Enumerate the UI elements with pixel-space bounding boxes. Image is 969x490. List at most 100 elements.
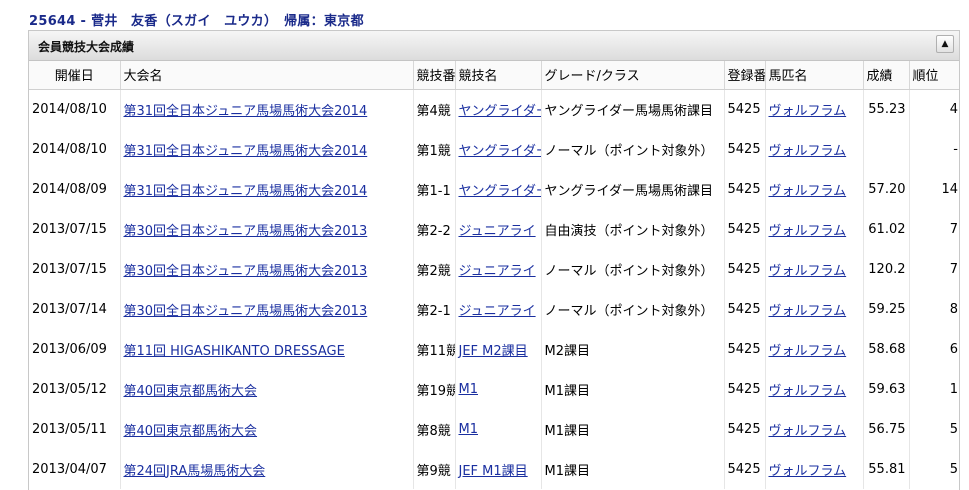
- cell-comp-no: 第1-1: [413, 169, 456, 209]
- col-header-reg-no[interactable]: 登録番: [724, 61, 766, 90]
- cell-date: 2013/07/14: [29, 289, 121, 329]
- cell-score: 55.81: [863, 449, 910, 489]
- member-info-header: 25644 - 菅井 友香（スガイ ユウカ） 帰属：東京都: [29, 14, 364, 29]
- table-row: 2014/08/10 第31回全日本ジュニア馬場馬術大会2014 第4競 ヤングライダ…: [29, 89, 959, 129]
- cell-date: 2014/08/09: [29, 169, 121, 209]
- col-header-event[interactable]: 大会名: [120, 61, 414, 90]
- comp-name-cell: ジュニアライ: [455, 249, 542, 289]
- event-link[interactable]: 第30回全日本ジュニア馬場馬術大会2013: [124, 224, 368, 239]
- event-link[interactable]: 第31回全日本ジュニア馬場馬術大会2014: [124, 104, 368, 119]
- event-link[interactable]: 第30回全日本ジュニア馬場馬術大会2013: [124, 264, 368, 279]
- cell-grade: ノーマル（ポイント対象外）: [541, 249, 725, 289]
- event-link[interactable]: 第30回全日本ジュニア馬場馬術大会2013: [124, 304, 368, 319]
- comp-name-cell: JEF M1課目: [455, 449, 542, 489]
- panel-title: 会員競技大会成績: [38, 40, 135, 54]
- col-header-rank[interactable]: 順位: [909, 61, 959, 90]
- horse-link[interactable]: ヴォルフラム: [769, 184, 847, 199]
- cell-reg-no: 5425: [724, 369, 766, 409]
- cell-score: 57.20: [863, 169, 910, 209]
- event-link[interactable]: 第11回 HIGASHIKANTO DRESSAGE: [124, 344, 345, 359]
- event-link[interactable]: 第31回全日本ジュニア馬場馬術大会2014: [124, 144, 368, 159]
- horse-link[interactable]: ヴォルフラム: [769, 384, 847, 399]
- table-row: 2013/05/11 第40回東京都馬術大会 第8競 M1 M1課目 5425 ヴォルフラム…: [29, 409, 959, 449]
- horse-link[interactable]: ヴォルフラム: [769, 464, 847, 479]
- horse-link[interactable]: ヴォルフラム: [769, 104, 847, 119]
- table-row: 2013/06/09 第11回 HIGASHIKANTO DRESSAGE 第11競…: [29, 329, 959, 369]
- horse-link[interactable]: ヴォルフラム: [769, 144, 847, 159]
- col-header-score[interactable]: 成績: [863, 61, 910, 90]
- event-link[interactable]: 第24回JRA馬場馬術大会: [124, 464, 266, 479]
- comp-name-link[interactable]: ジュニアライ: [459, 224, 536, 239]
- cell-reg-no: 5425: [724, 409, 766, 449]
- cell-grade: M1課目: [541, 369, 725, 409]
- event-cell: 第31回全日本ジュニア馬場馬術大会2014: [120, 129, 414, 169]
- cell-score: 59.63: [863, 369, 910, 409]
- comp-name-link[interactable]: ヤングライダー: [459, 104, 541, 119]
- cell-comp-no: 第2競: [413, 249, 456, 289]
- panel-header: 会員競技大会成績 ▲: [29, 31, 959, 61]
- horse-cell: ヴォルフラム: [765, 449, 864, 489]
- horse-cell: ヴォルフラム: [765, 249, 864, 289]
- event-link[interactable]: 第40回東京都馬術大会: [124, 384, 258, 399]
- comp-name-cell: M1: [455, 369, 542, 409]
- cell-rank: 7: [909, 249, 959, 289]
- cell-reg-no: 5425: [724, 249, 766, 289]
- comp-name-link[interactable]: M1: [459, 422, 479, 437]
- cell-date: 2013/04/07: [29, 449, 121, 489]
- cell-score: 61.02: [863, 209, 910, 249]
- cell-grade: ノーマル（ポイント対象外）: [541, 129, 725, 169]
- comp-name-link[interactable]: JEF M2課目: [459, 344, 528, 359]
- cell-grade: M1課目: [541, 409, 725, 449]
- comp-name-link[interactable]: ヤングライダー: [459, 184, 541, 199]
- comp-name-cell: ヤングライダー: [455, 89, 542, 129]
- cell-date: 2013/05/11: [29, 409, 121, 449]
- comp-name-cell: M1: [455, 409, 542, 449]
- cell-reg-no: 5425: [724, 209, 766, 249]
- event-cell: 第24回JRA馬場馬術大会: [120, 449, 414, 489]
- col-header-grade[interactable]: グレード/クラス: [541, 61, 725, 90]
- comp-name-link[interactable]: ジュニアライ: [459, 304, 536, 319]
- event-link[interactable]: 第40回東京都馬術大会: [124, 424, 258, 439]
- table-row: 2014/08/10 第31回全日本ジュニア馬場馬術大会2014 第1競 ヤングライダ…: [29, 129, 959, 169]
- cell-rank: 5: [909, 449, 959, 489]
- collapse-up-icon[interactable]: ▲: [936, 35, 954, 53]
- event-link[interactable]: 第31回全日本ジュニア馬場馬術大会2014: [124, 184, 368, 199]
- event-cell: 第11回 HIGASHIKANTO DRESSAGE: [120, 329, 414, 369]
- col-header-comp-no[interactable]: 競技番: [413, 61, 456, 90]
- horse-link[interactable]: ヴォルフラム: [769, 304, 847, 319]
- comp-name-cell: ジュニアライ: [455, 289, 542, 329]
- comp-name-link[interactable]: JEF M1課目: [459, 464, 528, 479]
- cell-reg-no: 5425: [724, 169, 766, 209]
- cell-comp-no: 第19競: [413, 369, 456, 409]
- event-cell: 第31回全日本ジュニア馬場馬術大会2014: [120, 169, 414, 209]
- table-row: 2013/07/15 第30回全日本ジュニア馬場馬術大会2013 第2-2 ジュニアラ…: [29, 209, 959, 249]
- col-header-horse[interactable]: 馬匹名: [765, 61, 864, 90]
- cell-grade: M1課目: [541, 449, 725, 489]
- horse-cell: ヴォルフラム: [765, 369, 864, 409]
- cell-score: 58.68: [863, 329, 910, 369]
- cell-date: 2014/08/10: [29, 129, 121, 169]
- cell-rank: 7: [909, 209, 959, 249]
- horse-link[interactable]: ヴォルフラム: [769, 264, 847, 279]
- comp-name-link[interactable]: ジュニアライ: [459, 264, 536, 279]
- cell-comp-no: 第11競: [413, 329, 456, 369]
- horse-link[interactable]: ヴォルフラム: [769, 344, 847, 359]
- cell-grade: 自由演技（ポイント対象外）: [541, 209, 725, 249]
- comp-name-cell: ジュニアライ: [455, 209, 542, 249]
- col-header-comp-name[interactable]: 競技名: [455, 61, 542, 90]
- col-header-date[interactable]: 開催日: [29, 61, 121, 90]
- cell-date: 2013/07/15: [29, 209, 121, 249]
- horse-link[interactable]: ヴォルフラム: [769, 424, 847, 439]
- horse-cell: ヴォルフラム: [765, 329, 864, 369]
- cell-reg-no: 5425: [724, 129, 766, 169]
- cell-rank: -: [909, 129, 959, 169]
- cell-rank: 4: [909, 89, 959, 129]
- comp-name-link[interactable]: ヤングライダー: [459, 144, 541, 159]
- results-table: 開催日 大会名 競技番 競技名 グレード/クラス 登録番 馬匹名 成績 順位 2…: [29, 61, 959, 489]
- cell-rank: 1: [909, 369, 959, 409]
- horse-link[interactable]: ヴォルフラム: [769, 224, 847, 239]
- table-row: 2013/07/15 第30回全日本ジュニア馬場馬術大会2013 第2競 ジュニアライ…: [29, 249, 959, 289]
- comp-name-link[interactable]: M1: [459, 382, 479, 397]
- cell-rank: 14: [909, 169, 959, 209]
- cell-grade: ヤングライダー馬場馬術課目: [541, 169, 725, 209]
